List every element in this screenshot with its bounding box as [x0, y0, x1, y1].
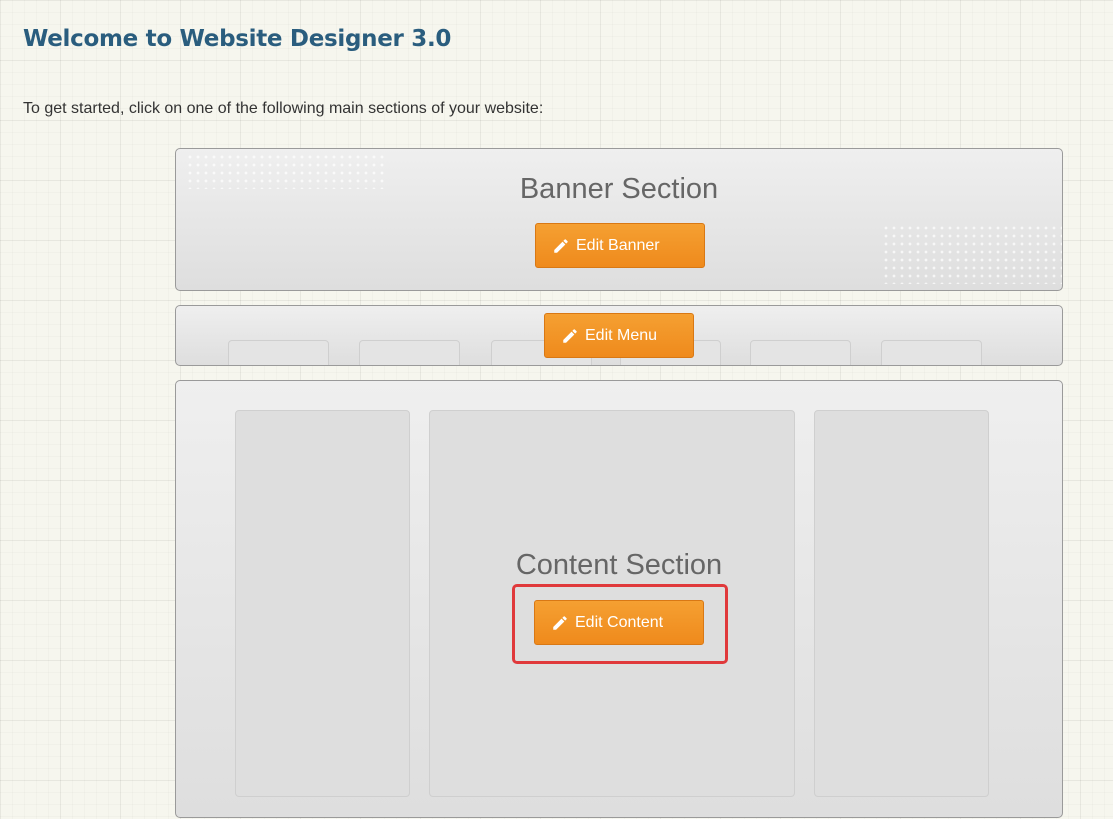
- edit-content-label: Edit Content: [575, 613, 664, 631]
- edit-banner-label: Edit Banner: [576, 236, 660, 254]
- page-title: Welcome to Website Designer 3.0: [23, 26, 452, 52]
- intro-text: To get started, click on one of the foll…: [23, 100, 544, 117]
- edit-banner-button[interactable]: Edit Banner: [535, 223, 705, 268]
- menu-section[interactable]: Edit Menu: [175, 305, 1063, 366]
- edit-menu-label: Edit Menu: [585, 326, 658, 344]
- edit-content-button[interactable]: Edit Content: [534, 600, 704, 645]
- pencil-icon: [551, 614, 569, 632]
- edit-menu-button[interactable]: Edit Menu: [544, 313, 694, 358]
- banner-section-heading: Banner Section: [519, 173, 719, 205]
- content-right-column: [814, 410, 989, 797]
- content-section-heading: Content Section: [515, 549, 723, 581]
- menu-tab-placeholder: [228, 340, 329, 365]
- pencil-icon: [552, 237, 570, 255]
- content-section[interactable]: Content Section Edit Content: [175, 380, 1063, 818]
- banner-section[interactable]: Banner Section Edit Banner: [175, 148, 1063, 291]
- content-left-column: [235, 410, 410, 797]
- pencil-icon: [561, 327, 579, 345]
- banner-dot-pattern: [882, 224, 1062, 284]
- menu-tab-placeholder: [750, 340, 851, 365]
- menu-tab-placeholder: [359, 340, 460, 365]
- menu-tab-placeholder: [881, 340, 982, 365]
